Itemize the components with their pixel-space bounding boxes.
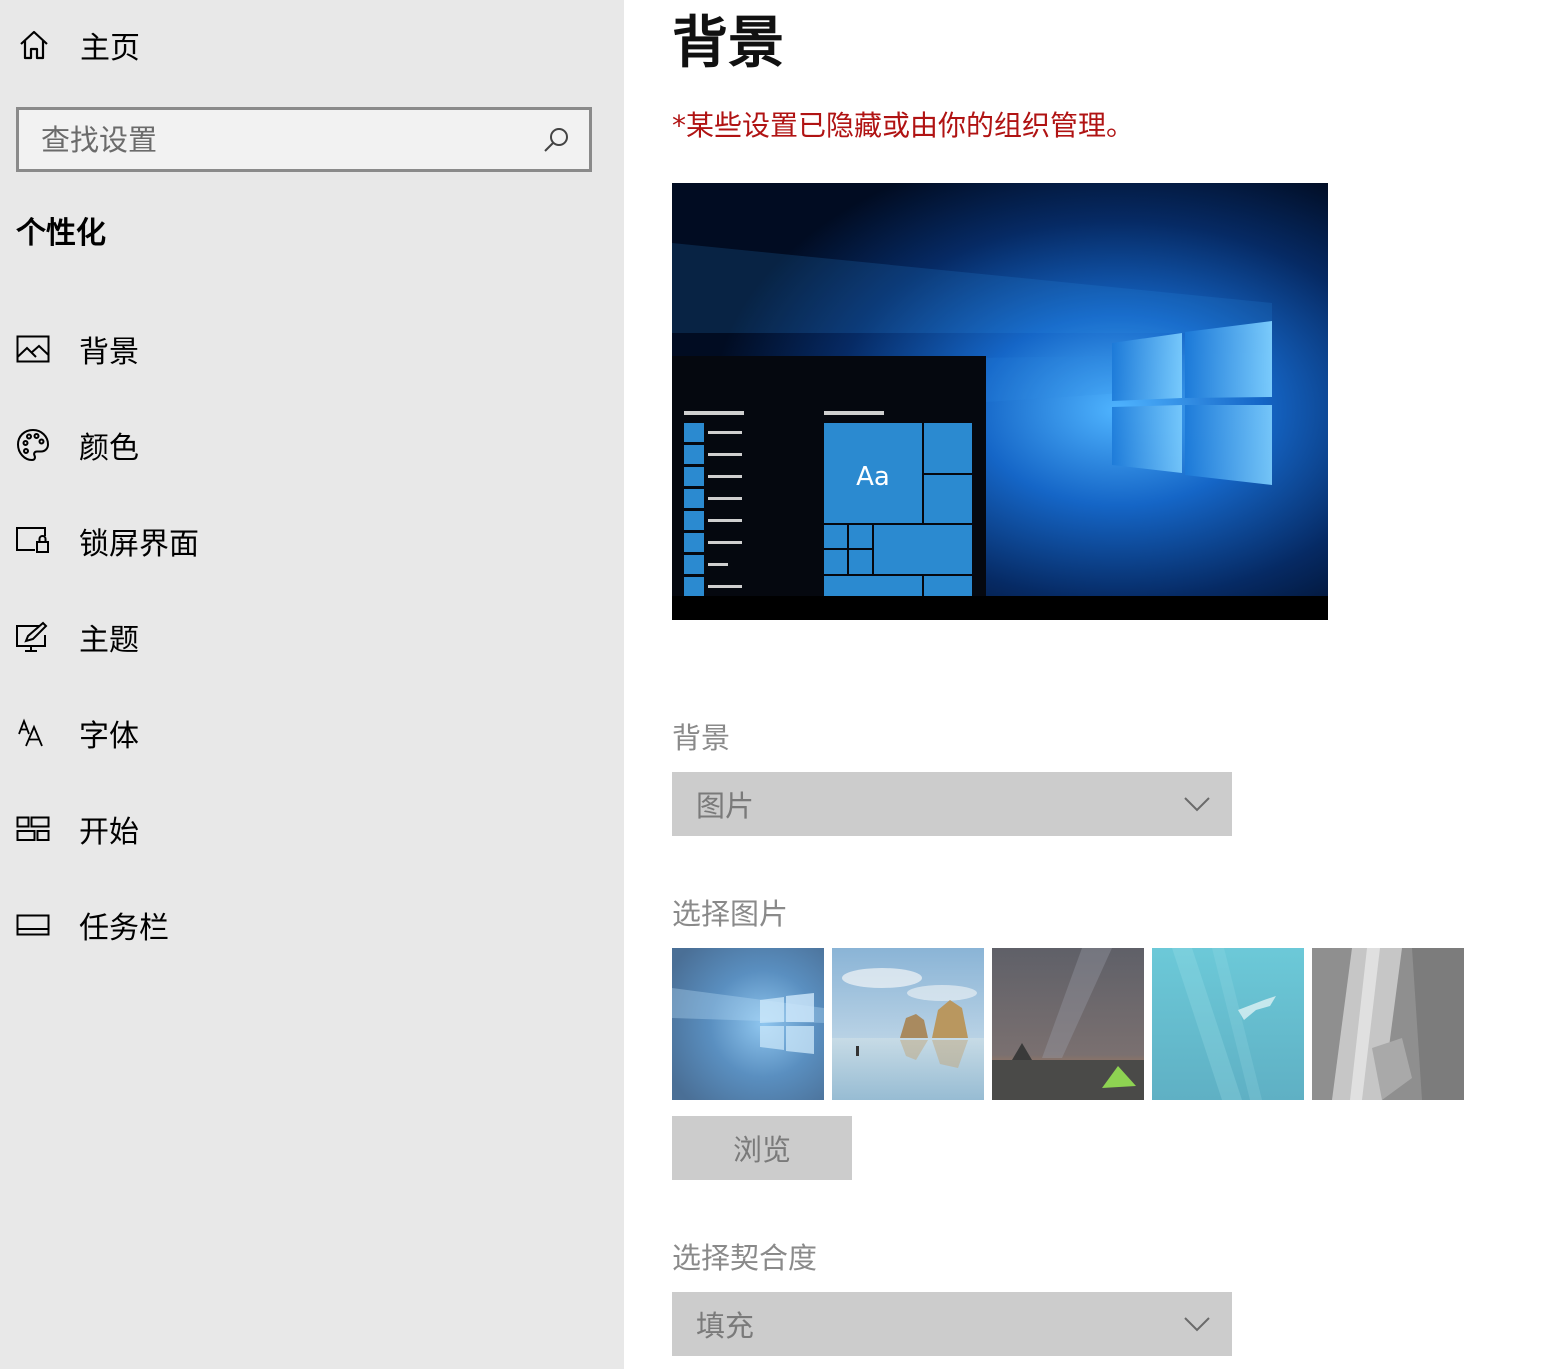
- fit-dropdown[interactable]: 填充: [672, 1292, 1232, 1356]
- sidebar-item-label: 颜色: [79, 431, 139, 466]
- chevron-down-icon: [1182, 789, 1212, 819]
- sidebar-item-label: 任务栏: [79, 911, 169, 946]
- sidebar-item-label: 字体: [79, 719, 139, 754]
- main-content: 背景 *某些设置已隐藏或由你的组织管理。 Aa 背景 图片 选择图片 浏览 选择…: [624, 0, 1562, 1369]
- picture-icon: [14, 330, 52, 368]
- page-title: 背景: [672, 11, 784, 76]
- sidebar-item-home[interactable]: 主页: [14, 18, 594, 72]
- thumbnail-night-sky-tent[interactable]: [992, 948, 1144, 1100]
- search-icon[interactable]: [539, 123, 573, 157]
- background-label: 背景: [672, 721, 731, 755]
- thumbnail-rock-cliff[interactable]: [1312, 948, 1464, 1100]
- sidebar-item-fonts[interactable]: 字体: [0, 685, 624, 781]
- home-icon: [14, 25, 54, 65]
- sidebar-item-taskbar[interactable]: 任务栏: [0, 877, 624, 973]
- browse-button[interactable]: 浏览: [672, 1116, 852, 1180]
- sidebar-item-label: 主题: [79, 623, 139, 658]
- start-icon: [14, 810, 52, 848]
- background-dropdown[interactable]: 图片: [672, 772, 1232, 836]
- lock-screen-icon: [14, 522, 52, 560]
- home-label: 主页: [80, 31, 140, 66]
- font-icon: [14, 714, 52, 752]
- thumbnail-windows-hero[interactable]: [672, 948, 824, 1100]
- desktop-preview: Aa: [672, 183, 1328, 620]
- taskbar-icon: [14, 906, 52, 944]
- fit-dropdown-value: 填充: [696, 1309, 755, 1343]
- search-input[interactable]: [19, 109, 539, 170]
- nav-list: 背景 颜色 锁屏界面 主题 字体 开始 任务栏: [0, 301, 624, 973]
- theme-icon: [14, 618, 52, 656]
- sidebar-item-background[interactable]: 背景: [0, 301, 624, 397]
- policy-notice: *某些设置已隐藏或由你的组织管理。: [672, 109, 1135, 142]
- choose-picture-label: 选择图片: [672, 897, 789, 931]
- sidebar-item-themes[interactable]: 主题: [0, 589, 624, 685]
- chevron-down-icon: [1182, 1309, 1212, 1339]
- sidebar-item-label: 锁屏界面: [79, 527, 199, 562]
- palette-icon: [14, 426, 52, 464]
- sidebar-item-colors[interactable]: 颜色: [0, 397, 624, 493]
- sidebar: 主页 个性化 背景: [0, 0, 624, 1369]
- section-title: 个性化: [16, 216, 106, 251]
- thumbnail-underwater-swimmer[interactable]: [1152, 948, 1304, 1100]
- preview-tile-text: Aa: [856, 462, 890, 492]
- sidebar-item-lock-screen[interactable]: 锁屏界面: [0, 493, 624, 589]
- search-box: [16, 107, 592, 172]
- picture-thumbnails: [672, 948, 1464, 1100]
- choose-fit-label: 选择契合度: [672, 1241, 818, 1275]
- sidebar-item-label: 开始: [79, 815, 139, 850]
- background-dropdown-value: 图片: [696, 789, 755, 823]
- sidebar-item-label: 背景: [79, 335, 139, 370]
- sidebar-item-start[interactable]: 开始: [0, 781, 624, 877]
- thumbnail-beach-rocks[interactable]: [832, 948, 984, 1100]
